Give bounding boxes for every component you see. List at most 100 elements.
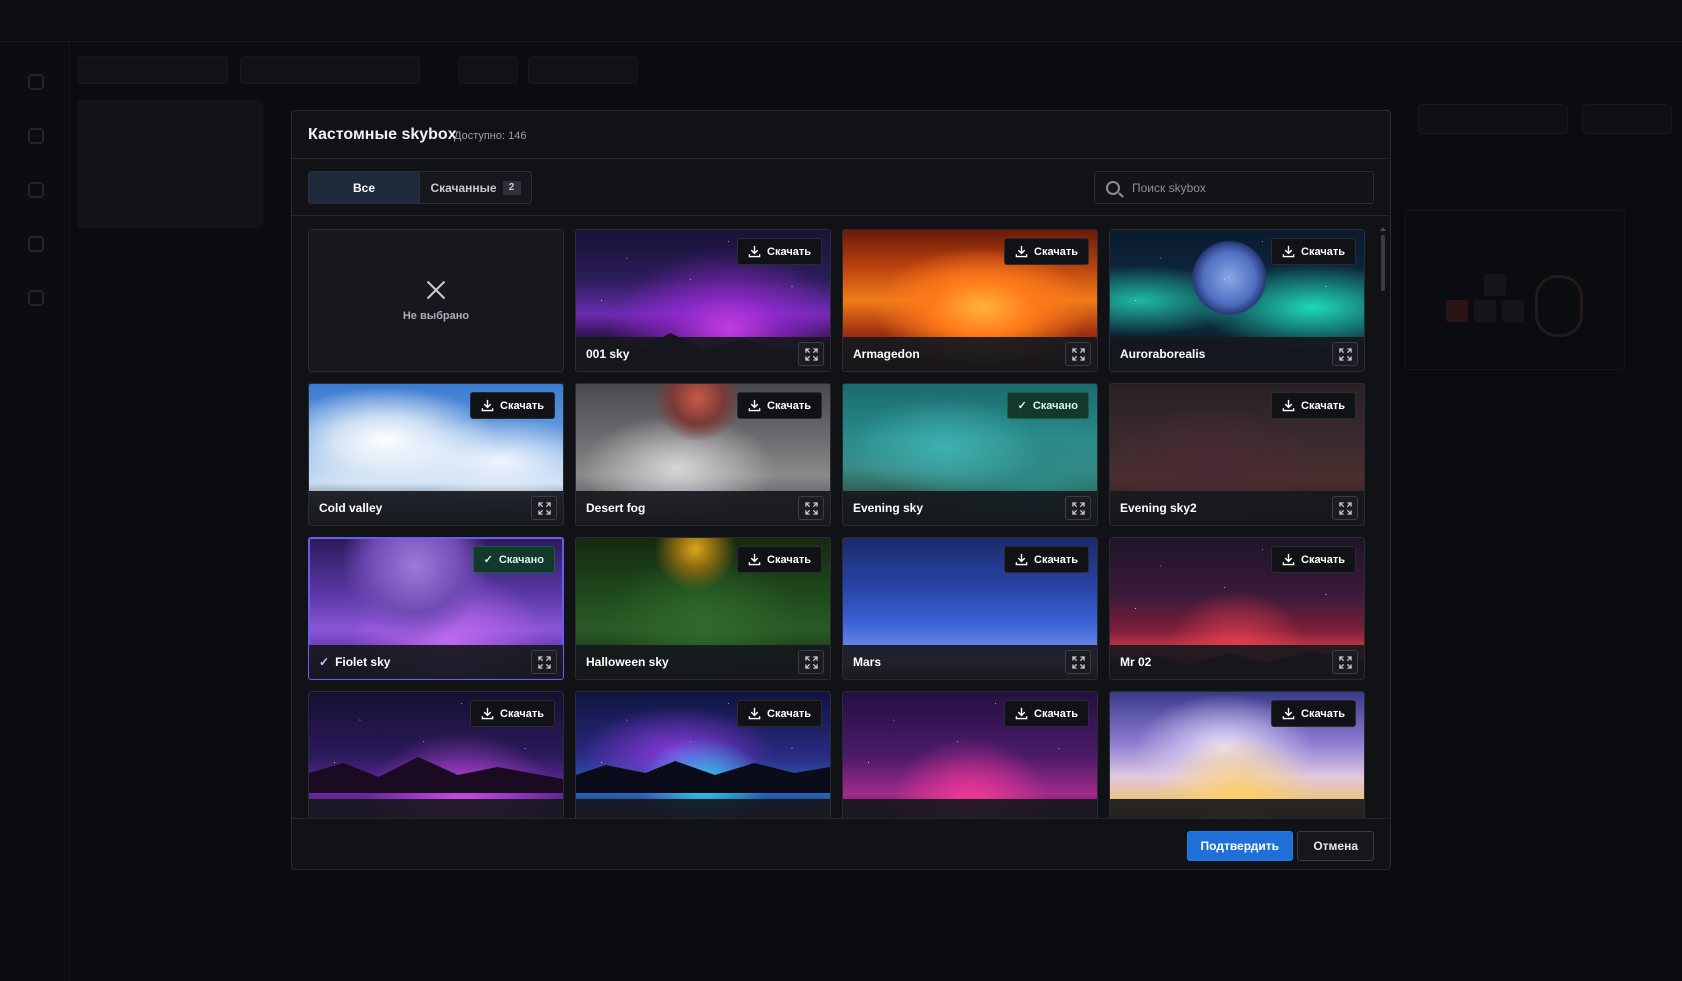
expand-button[interactable] bbox=[531, 650, 557, 674]
close-icon bbox=[426, 280, 446, 300]
download-button[interactable]: Скачать bbox=[1004, 546, 1089, 573]
expand-icon bbox=[1071, 347, 1085, 361]
card-footer: Evening sky bbox=[843, 491, 1097, 525]
scrollbar-thumb[interactable] bbox=[1381, 235, 1385, 291]
search-input[interactable] bbox=[1132, 180, 1362, 195]
downloaded-badge: ✓ Скачано bbox=[1006, 392, 1089, 419]
download-button[interactable]: Скачать bbox=[737, 392, 822, 419]
search-box[interactable] bbox=[1094, 171, 1374, 204]
download-label: Скачать bbox=[1301, 399, 1345, 412]
download-button[interactable]: Скачать bbox=[1271, 238, 1356, 265]
download-icon bbox=[748, 553, 761, 566]
grid-scrollbar[interactable] bbox=[1380, 227, 1386, 828]
skybox-card[interactable]: Скачать bbox=[575, 691, 831, 826]
download-button[interactable]: Скачать bbox=[1004, 238, 1089, 265]
skybox-card[interactable]: ✓ Скачано Evening sky bbox=[842, 383, 1098, 526]
background-nav-icon bbox=[28, 182, 44, 198]
filter-downloaded-tab[interactable]: Скачанные 2 bbox=[419, 172, 531, 203]
card-footer: Desert fog bbox=[576, 491, 830, 525]
expand-button[interactable] bbox=[531, 496, 557, 520]
download-button[interactable]: Скачать bbox=[737, 700, 822, 727]
download-button[interactable]: Скачать bbox=[1271, 546, 1356, 573]
download-button[interactable]: Скачать bbox=[470, 700, 555, 727]
download-button[interactable]: Скачать bbox=[470, 392, 555, 419]
skybox-card[interactable]: Скачать 001 sky bbox=[575, 229, 831, 372]
download-icon bbox=[748, 245, 761, 258]
expand-icon bbox=[1338, 655, 1352, 669]
skybox-card[interactable]: Скачать Armagedon bbox=[842, 229, 1098, 372]
download-label: Скачать bbox=[767, 399, 811, 412]
modal-header: Кастомные skybox Доступно: 146 bbox=[292, 111, 1390, 159]
skybox-card[interactable]: Скачать Mr 02 bbox=[1109, 537, 1365, 680]
download-label: Скачать bbox=[1034, 707, 1078, 720]
download-button[interactable]: Скачать bbox=[737, 546, 822, 573]
background-nav-icon bbox=[28, 74, 44, 90]
expand-button[interactable] bbox=[798, 342, 824, 366]
filter-all-label: Все bbox=[352, 180, 375, 195]
expand-icon bbox=[804, 501, 818, 515]
card-footer: Armagedon bbox=[843, 337, 1097, 371]
skybox-card[interactable]: Скачать Halloween sky bbox=[575, 537, 831, 680]
background-nav-icon bbox=[28, 128, 44, 144]
expand-button[interactable] bbox=[1065, 342, 1091, 366]
skybox-name: Desert fog bbox=[586, 501, 646, 515]
download-button[interactable]: Скачать bbox=[1271, 700, 1356, 727]
expand-button[interactable] bbox=[1332, 342, 1358, 366]
download-icon bbox=[1282, 553, 1295, 566]
download-icon bbox=[481, 399, 494, 412]
selected-check-icon: ✓ bbox=[319, 655, 330, 669]
downloaded-label: Скачано bbox=[498, 553, 544, 566]
skybox-card[interactable]: Скачать Desert fog bbox=[575, 383, 831, 526]
download-icon bbox=[1282, 707, 1295, 720]
download-button[interactable]: Скачать bbox=[1004, 700, 1089, 727]
skybox-card[interactable]: Скачать bbox=[308, 691, 564, 826]
header-divider bbox=[292, 215, 1390, 216]
skybox-card[interactable]: Скачать bbox=[842, 691, 1098, 826]
background-button bbox=[1418, 104, 1568, 134]
confirm-button[interactable]: Подтвердить bbox=[1186, 831, 1293, 861]
download-icon bbox=[748, 399, 761, 412]
expand-button[interactable] bbox=[1065, 650, 1091, 674]
scroll-up-icon[interactable] bbox=[1380, 227, 1386, 231]
skybox-name: Evening sky bbox=[853, 501, 924, 515]
expand-icon bbox=[804, 347, 818, 361]
background-sidebar bbox=[0, 42, 70, 981]
expand-icon bbox=[804, 655, 818, 669]
expand-button[interactable] bbox=[1332, 496, 1358, 520]
skybox-card-selected[interactable]: ✓ Скачано ✓ Fiolet sky bbox=[308, 537, 564, 680]
downloaded-count-badge: 2 bbox=[502, 180, 521, 195]
modal-footer: Подтвердить Отмена bbox=[292, 818, 1390, 869]
expand-icon bbox=[537, 501, 551, 515]
card-footer: Auroraborealis bbox=[1110, 337, 1364, 371]
download-label: Скачать bbox=[500, 399, 544, 412]
download-icon bbox=[481, 707, 494, 720]
skybox-name: Auroraborealis bbox=[1120, 347, 1206, 361]
filter-downloaded-label: Скачанные bbox=[430, 180, 497, 195]
skybox-card[interactable]: Скачать bbox=[1109, 691, 1365, 826]
skybox-card[interactable]: Скачать Cold valley bbox=[308, 383, 564, 526]
background-card bbox=[78, 100, 263, 228]
download-button[interactable]: Скачать bbox=[737, 238, 822, 265]
available-count: Доступно: 146 bbox=[454, 130, 527, 142]
skybox-card[interactable]: Скачать Evening sky2 bbox=[1109, 383, 1365, 526]
skybox-card[interactable]: Скачать Auroraborealis bbox=[1109, 229, 1365, 372]
expand-button[interactable] bbox=[1065, 496, 1091, 520]
downloaded-badge: ✓ Скачано bbox=[472, 546, 555, 573]
cancel-button[interactable]: Отмена bbox=[1297, 831, 1374, 861]
skybox-card[interactable]: Скачать Mars bbox=[842, 537, 1098, 680]
expand-icon bbox=[1071, 655, 1085, 669]
expand-button[interactable] bbox=[798, 650, 824, 674]
background-panel bbox=[1405, 210, 1625, 370]
filter-segmented-control: Все Скачанные 2 bbox=[308, 171, 532, 204]
download-label: Скачать bbox=[1301, 245, 1345, 258]
download-icon bbox=[1282, 245, 1295, 258]
expand-button[interactable] bbox=[798, 496, 824, 520]
download-label: Скачать bbox=[1034, 245, 1078, 258]
expand-icon bbox=[1338, 501, 1352, 515]
download-label: Скачать bbox=[767, 553, 811, 566]
skybox-card-none[interactable]: Не выбрано bbox=[308, 229, 564, 372]
expand-button[interactable] bbox=[1332, 650, 1358, 674]
download-button[interactable]: Скачать bbox=[1271, 392, 1356, 419]
background-tab bbox=[528, 56, 638, 84]
filter-all-tab[interactable]: Все bbox=[309, 172, 419, 203]
